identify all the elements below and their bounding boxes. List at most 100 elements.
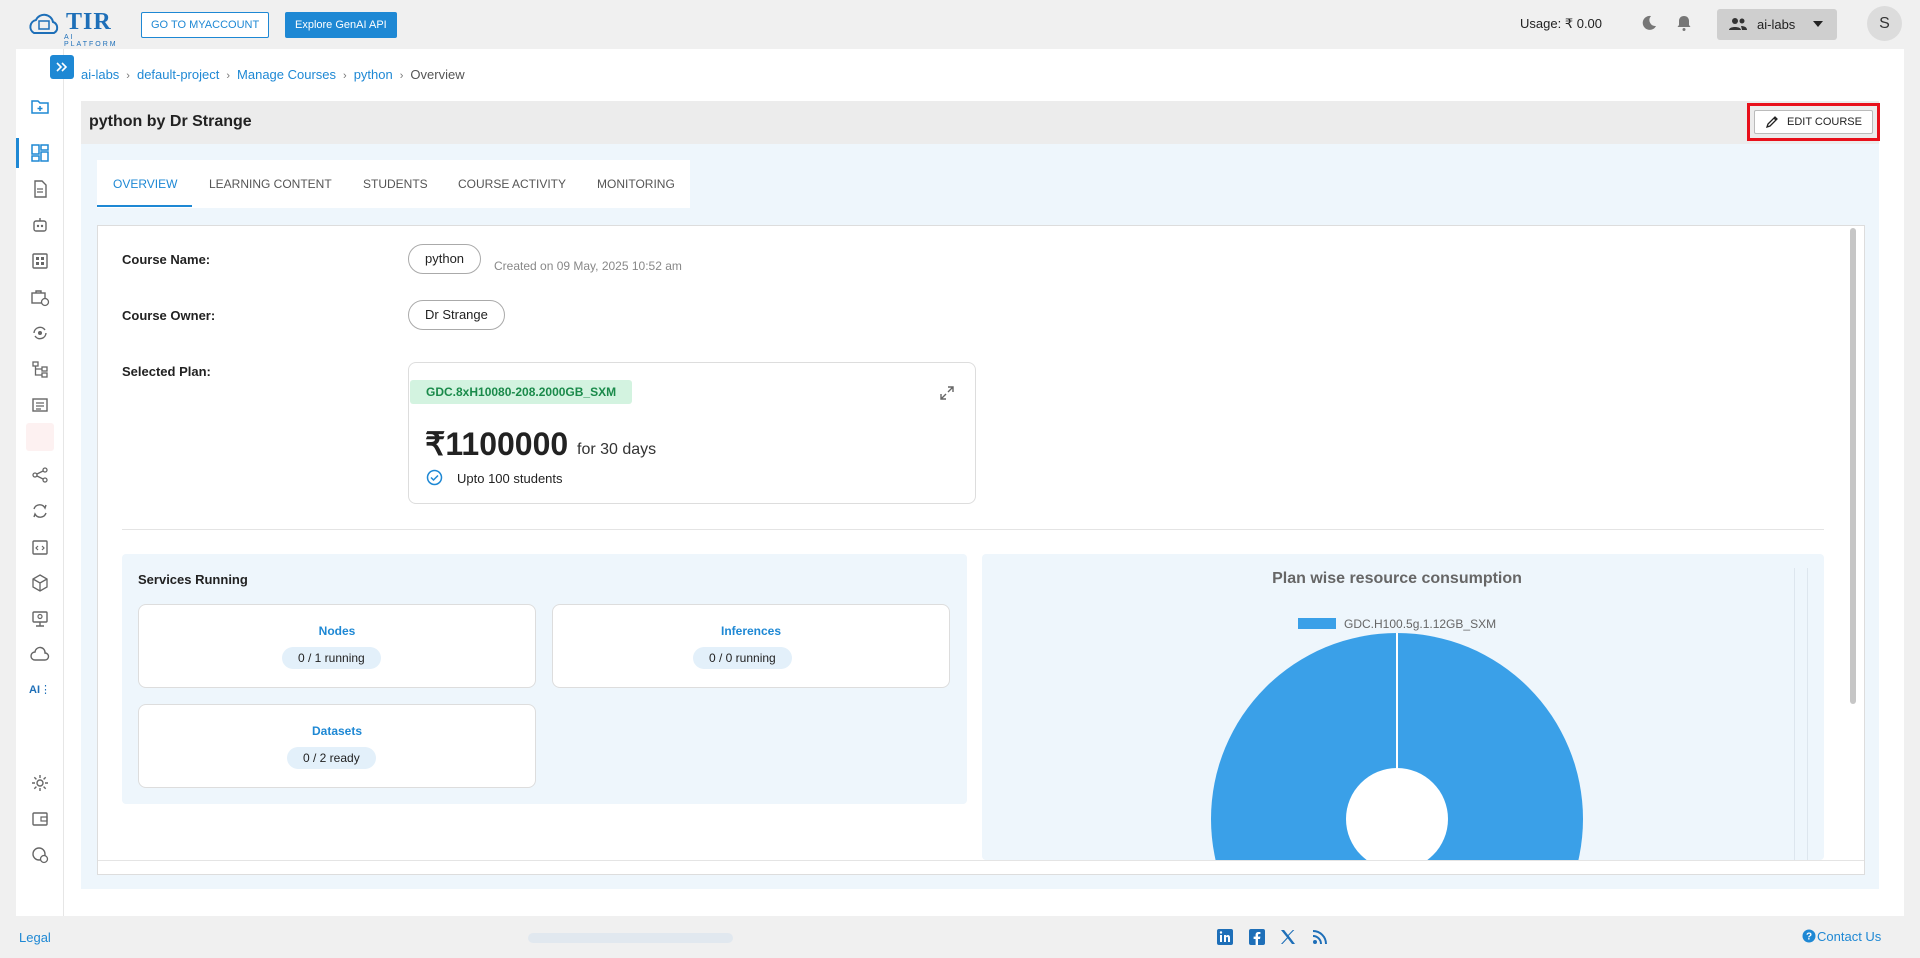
chart-legend: GDC.H100.5g.1.12GB_SXM: [1298, 617, 1496, 631]
rss-icon[interactable]: [1311, 928, 1329, 946]
legend-swatch[interactable]: [1298, 618, 1336, 629]
sparkle-icon: ⋮: [40, 684, 51, 696]
sidebar: AI⋮: [16, 49, 74, 916]
chart-svg: GDC.H100.5g.1.12GB_SXM: [1211, 617, 1583, 860]
plan-card: GDC.8xH10080-208.2000GB_SXM ₹1100000 for…: [408, 362, 976, 504]
expand-sidebar-button[interactable]: [50, 55, 74, 79]
section-divider: [122, 529, 1824, 530]
check-circle-icon: [426, 469, 443, 486]
service-name: Datasets: [311, 724, 363, 738]
robot-icon[interactable]: [30, 215, 50, 235]
course-content: python by Dr Strange EDIT COURSE OVERVIE…: [81, 101, 1880, 889]
moon-icon[interactable]: [1641, 15, 1657, 31]
course-owner-label: Course Owner:: [122, 308, 216, 323]
breadcrumb-python[interactable]: python: [354, 67, 393, 82]
services-title: Services Running: [138, 572, 248, 587]
wallet-icon[interactable]: [30, 809, 50, 829]
plan-students: Upto 100 students: [457, 471, 563, 486]
plan-name-badge: GDC.8xH10080-208.2000GB_SXM: [410, 380, 633, 404]
x-twitter-icon[interactable]: [1279, 928, 1297, 946]
workspace-selector[interactable]: ai-labs: [1717, 9, 1837, 40]
tab-students[interactable]: STUDENTS: [363, 177, 428, 191]
service-card-datasets[interactable]: Datasets 0 / 2 ready: [138, 704, 536, 788]
contact-us-label: Contact Us: [1817, 929, 1882, 944]
legend-label: GDC.H100.5g.1.12GB_SXM: [1344, 617, 1496, 631]
service-card-inferences[interactable]: Inferences 0 / 0 running: [552, 604, 950, 688]
sidebar-active-indicator: [16, 138, 19, 168]
gear-icon[interactable]: [30, 773, 50, 793]
course-name-label: Course Name:: [122, 252, 211, 267]
footer-placeholder: [528, 933, 733, 943]
breadcrumb-ai-labs[interactable]: ai-labs: [81, 67, 119, 82]
plan-price: ₹1100000: [425, 426, 569, 462]
services-running-section: Services Running Nodes 0 / 1 running Inf…: [122, 554, 967, 804]
tab-monitoring[interactable]: MONITORING: [597, 177, 675, 191]
ai-tools-item[interactable]: AI⋮: [29, 683, 51, 696]
course-name-chip: python: [408, 244, 482, 274]
go-to-myaccount-button[interactable]: GO TO MYACCOUNT: [141, 12, 270, 38]
legal-link[interactable]: Legal: [19, 930, 51, 945]
usage-display: Usage: ₹ 0.00: [1520, 16, 1602, 32]
scrollbar-thumb[interactable]: [1850, 228, 1856, 704]
refresh-icon[interactable]: [30, 501, 50, 521]
breadcrumb-current: Overview: [410, 67, 465, 82]
apps-grid-icon[interactable]: [30, 251, 50, 271]
monitor-user-icon[interactable]: [30, 609, 50, 629]
page-title: python by Dr Strange: [89, 113, 252, 130]
horizontal-scrollbar[interactable]: [98, 860, 1864, 874]
tab-learning-content[interactable]: LEARNING CONTENT: [209, 177, 332, 191]
service-name: Nodes: [318, 624, 356, 638]
cube-icon[interactable]: [30, 573, 50, 593]
linkedin-icon[interactable]: [1216, 928, 1234, 946]
sidebar-placeholder-item[interactable]: [26, 423, 54, 451]
edit-course-label: EDIT COURSE: [1787, 116, 1862, 128]
share-nodes-icon[interactable]: [30, 465, 50, 485]
service-status: 0 / 1 running: [282, 647, 381, 669]
new-folder-icon[interactable]: [30, 97, 50, 117]
tab-overview[interactable]: OVERVIEW: [113, 177, 177, 191]
selected-plan-label: Selected Plan:: [122, 364, 211, 379]
security-settings-icon[interactable]: [30, 845, 50, 865]
breadcrumb-default-project[interactable]: default-project: [137, 67, 219, 82]
created-date: Created on 09 May, 2025 10:52 am: [494, 259, 682, 273]
top-bar: TIR AI PLATFORM GO TO MYACCOUNT Explore …: [0, 0, 1920, 48]
ai-label: AI: [29, 684, 40, 696]
breadcrumb: ai-labs › default-project › Manage Courses › p…: [81, 67, 465, 82]
service-name: Inferences: [720, 624, 782, 638]
tab-course-activity[interactable]: COURSE ACTIVITY: [458, 177, 566, 191]
course-tabs: OVERVIEW LEARNING CONTENT STUDENTS COURS…: [97, 160, 690, 208]
cloud-icon[interactable]: [30, 645, 50, 665]
edit-course-button[interactable]: EDIT COURSE: [1754, 110, 1873, 134]
facebook-icon[interactable]: [1248, 928, 1266, 946]
svg-text:?: ?: [1806, 932, 1812, 943]
explore-genai-api-button[interactable]: Explore GenAI API: [285, 12, 397, 38]
vertical-scrollbar[interactable]: [1848, 228, 1860, 860]
service-card-nodes[interactable]: Nodes 0 / 1 running: [138, 604, 536, 688]
tir-logo[interactable]: TIR AI PLATFORM: [26, 7, 116, 48]
breadcrumb-separator: ›: [126, 70, 130, 82]
contact-us-link[interactable]: ? Contact Us: [1802, 929, 1882, 944]
list-panel-icon[interactable]: [30, 395, 50, 415]
dashboard-icon[interactable]: [30, 143, 50, 163]
breadcrumb-manage-courses[interactable]: Manage Courses: [237, 67, 336, 82]
expand-icon[interactable]: [939, 385, 955, 401]
user-avatar[interactable]: S: [1867, 6, 1902, 41]
code-box-icon[interactable]: [30, 537, 50, 557]
bell-icon[interactable]: [1676, 15, 1692, 31]
hierarchy-icon[interactable]: [30, 359, 50, 379]
chart-scrollbar[interactable]: [1794, 568, 1808, 860]
breadcrumb-separator: ›: [399, 70, 404, 82]
edit-course-highlight: EDIT COURSE: [1747, 103, 1880, 141]
briefcase-clock-icon[interactable]: [30, 287, 50, 307]
usage-label: Usage:: [1520, 16, 1562, 31]
team-icon: [1729, 18, 1747, 30]
sync-icon[interactable]: [30, 323, 50, 343]
usage-value: ₹ 0.00: [1564, 16, 1603, 31]
course-title-bar: python by Dr Strange EDIT COURSE: [81, 101, 1880, 144]
service-status: 0 / 0 running: [693, 647, 792, 669]
plan-consumption-chart: Plan wise resource consumption GDC.H100.…: [982, 554, 1824, 860]
caret-down-icon: [1813, 21, 1823, 27]
logo-subtext: AI PLATFORM: [64, 34, 118, 48]
document-icon[interactable]: [30, 179, 50, 199]
help-circle-icon: ?: [1802, 929, 1816, 943]
